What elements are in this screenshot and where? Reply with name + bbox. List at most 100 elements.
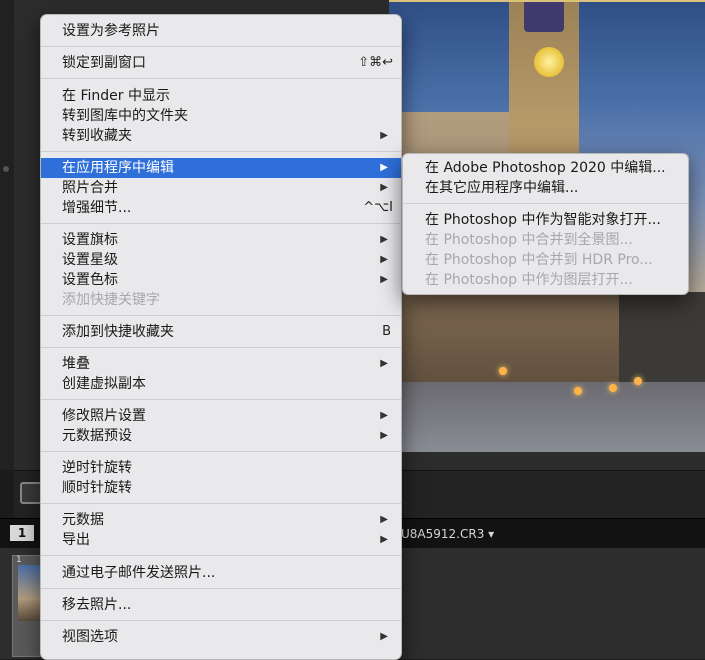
- menu-item-label: 在其它应用程序中编辑...: [425, 180, 579, 196]
- menu-item-label: 转到图库中的文件夹: [62, 108, 188, 124]
- menu-item-rotate-left[interactable]: 逆时针旋转: [41, 458, 401, 478]
- menu-item-label: 在 Photoshop 中作为智能对象打开...: [425, 212, 661, 228]
- menu-item-label: 在 Photoshop 中合并到 HDR Pro...: [425, 252, 653, 268]
- menu-item-photo-merge[interactable]: 照片合并 ▶: [41, 178, 401, 198]
- menu-item-email-photo[interactable]: 通过电子邮件发送照片...: [41, 563, 401, 583]
- menu-item-label: 锁定到副窗口: [62, 55, 146, 71]
- menu-item-label: 设置旗标: [62, 232, 118, 248]
- menu-separator: [41, 347, 401, 348]
- shortcut-label: B: [382, 324, 391, 339]
- submenu-arrow-icon: ▶: [380, 182, 388, 193]
- menu-item-set-reference-photo[interactable]: 设置为参考照片: [41, 21, 401, 41]
- clock-face: [534, 47, 564, 77]
- menu-item-label: 元数据预设: [62, 428, 132, 444]
- menu-item-label: 添加快捷关键字: [62, 292, 160, 308]
- menu-item-label: 在 Photoshop 中合并到全景图...: [425, 232, 633, 248]
- menu-item-label: 添加到快捷收藏夹: [62, 324, 174, 340]
- menu-item-label: 设置星级: [62, 252, 118, 268]
- menu-item-show-in-finder[interactable]: 在 Finder 中显示: [41, 86, 401, 106]
- panel-toggle-dot[interactable]: [3, 166, 9, 172]
- shortcut-label: ⇧⌘↩: [358, 55, 393, 70]
- context-menu: 设置为参考照片 锁定到副窗口 ⇧⌘↩ 在 Finder 中显示 转到图库中的文件…: [40, 14, 402, 660]
- menu-item-label: 移去照片...: [62, 597, 132, 613]
- menu-item-label: 设置为参考照片: [62, 23, 160, 39]
- menu-item-set-rating[interactable]: 设置星级 ▶: [41, 250, 401, 270]
- menu-item-develop-settings[interactable]: 修改照片设置 ▶: [41, 406, 401, 426]
- car-light: [609, 384, 617, 392]
- menu-separator: [41, 151, 401, 152]
- shortcut-label: ^⌥I: [363, 200, 393, 215]
- submenu-arrow-icon: ▶: [380, 274, 388, 285]
- submenu-arrow-icon: ▶: [380, 410, 388, 421]
- thumbnail-index: 1: [16, 555, 22, 565]
- menu-item-set-flag[interactable]: 设置旗标 ▶: [41, 230, 401, 250]
- filename-dropdown[interactable]: U8A5912.CR3 ▾: [401, 527, 494, 541]
- menu-item-label: 修改照片设置: [62, 408, 146, 424]
- menu-item-lock-to-secondary[interactable]: 锁定到副窗口 ⇧⌘↩: [41, 53, 401, 73]
- menu-separator: [41, 46, 401, 47]
- menu-item-label: 在 Adobe Photoshop 2020 中编辑...: [425, 160, 666, 176]
- menu-item-label: 转到收藏夹: [62, 128, 132, 144]
- submenu-item-open-as-smart-object[interactable]: 在 Photoshop 中作为智能对象打开...: [403, 210, 688, 230]
- menu-item-label: 在 Photoshop 中作为图层打开...: [425, 272, 633, 288]
- submenu-arrow-icon: ▶: [380, 534, 388, 545]
- left-panel-edge[interactable]: [0, 0, 15, 470]
- menu-separator: [41, 588, 401, 589]
- submenu-arrow-icon: ▶: [380, 234, 388, 245]
- menu-item-add-shortcut-keyword: 添加快捷关键字: [41, 290, 401, 310]
- menu-item-rotate-right[interactable]: 顺时针旋转: [41, 478, 401, 498]
- street: [389, 382, 705, 452]
- edit-in-submenu: 在 Adobe Photoshop 2020 中编辑... 在其它应用程序中编辑…: [402, 153, 689, 295]
- menu-item-go-to-folder[interactable]: 转到图库中的文件夹: [41, 106, 401, 126]
- menu-separator: [41, 223, 401, 224]
- car-light: [574, 387, 582, 395]
- street-light: [634, 377, 642, 385]
- menu-item-label: 顺时针旋转: [62, 480, 132, 496]
- submenu-arrow-icon: ▶: [380, 514, 388, 525]
- menu-item-metadata-presets[interactable]: 元数据预设 ▶: [41, 426, 401, 446]
- submenu-item-merge-to-hdr-pro: 在 Photoshop 中合并到 HDR Pro...: [403, 250, 688, 270]
- menu-separator: [403, 203, 688, 204]
- menu-separator: [41, 315, 401, 316]
- menu-item-enhance-details[interactable]: 增强细节... ^⌥I: [41, 198, 401, 218]
- menu-separator: [41, 503, 401, 504]
- menu-separator: [41, 78, 401, 79]
- menu-item-set-color-label[interactable]: 设置色标 ▶: [41, 270, 401, 290]
- menu-item-metadata[interactable]: 元数据 ▶: [41, 510, 401, 530]
- menu-separator: [41, 451, 401, 452]
- menu-item-view-options[interactable]: 视图选项 ▶: [41, 627, 401, 647]
- menu-item-remove-photo[interactable]: 移去照片...: [41, 595, 401, 615]
- menu-item-label: 堆叠: [62, 356, 90, 372]
- street-light: [499, 367, 507, 375]
- submenu-arrow-icon: ▶: [380, 162, 388, 173]
- menu-item-label: 通过电子邮件发送照片...: [62, 565, 216, 581]
- monument: [619, 292, 705, 382]
- menu-item-stack[interactable]: 堆叠 ▶: [41, 354, 401, 374]
- menu-separator: [41, 620, 401, 621]
- menu-item-go-to-collection[interactable]: 转到收藏夹 ▶: [41, 126, 401, 146]
- submenu-item-edit-in-other-app[interactable]: 在其它应用程序中编辑...: [403, 178, 688, 198]
- submenu-arrow-icon: ▶: [380, 130, 388, 141]
- menu-item-export[interactable]: 导出 ▶: [41, 530, 401, 550]
- submenu-arrow-icon: ▶: [380, 430, 388, 441]
- submenu-arrow-icon: ▶: [380, 254, 388, 265]
- menu-item-label: 逆时针旋转: [62, 460, 132, 476]
- menu-separator: [41, 555, 401, 556]
- menu-item-label: 设置色标: [62, 272, 118, 288]
- menu-item-label: 照片合并: [62, 180, 118, 196]
- submenu-item-edit-in-photoshop[interactable]: 在 Adobe Photoshop 2020 中编辑...: [403, 158, 688, 178]
- submenu-arrow-icon: ▶: [380, 358, 388, 369]
- menu-item-label: 导出: [62, 532, 90, 548]
- menu-item-edit-in[interactable]: 在应用程序中编辑 ▶: [41, 158, 401, 178]
- menu-item-add-to-quick-collection[interactable]: 添加到快捷收藏夹 B: [41, 322, 401, 342]
- tower-top: [524, 2, 564, 32]
- menu-item-label: 元数据: [62, 512, 104, 528]
- submenu-item-open-as-layers: 在 Photoshop 中作为图层打开...: [403, 270, 688, 290]
- menu-item-label: 在 Finder 中显示: [62, 88, 170, 104]
- page-number-badge[interactable]: 1: [10, 525, 34, 541]
- menu-item-label: 视图选项: [62, 629, 118, 645]
- menu-separator: [41, 399, 401, 400]
- menu-item-label: 创建虚拟副本: [62, 376, 146, 392]
- menu-item-create-virtual-copy[interactable]: 创建虚拟副本: [41, 374, 401, 394]
- menu-item-label: 在应用程序中编辑: [62, 160, 174, 176]
